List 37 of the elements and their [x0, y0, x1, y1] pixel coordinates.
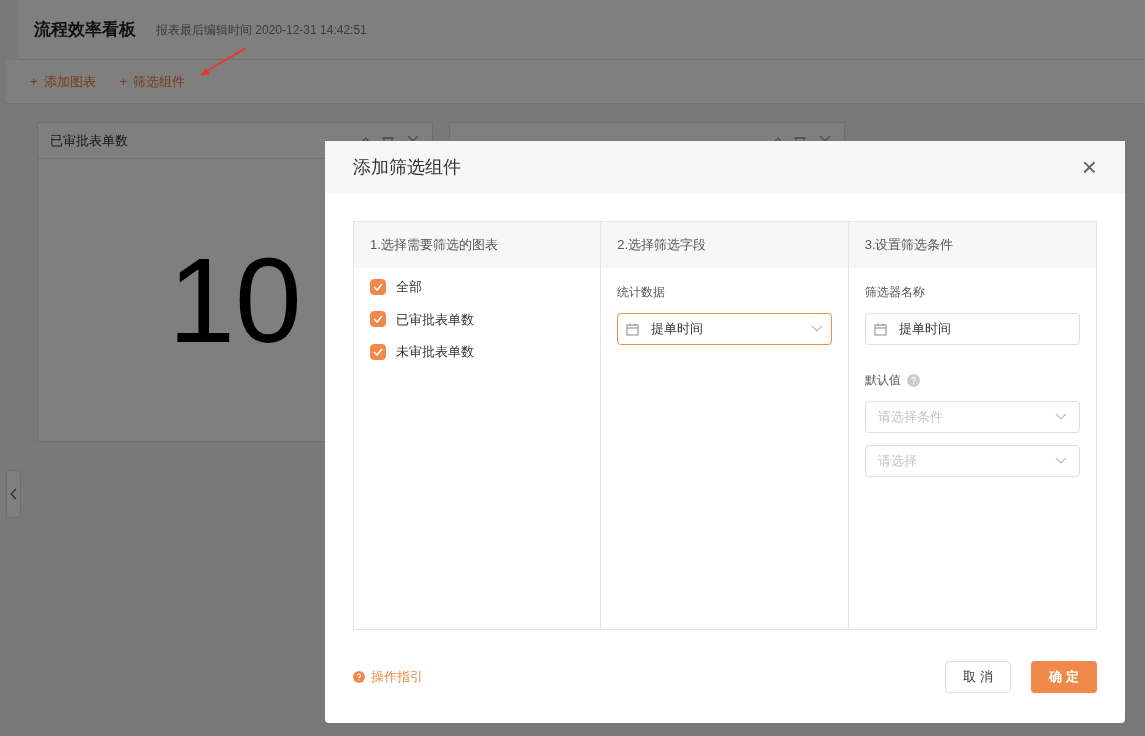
checkbox-label: 已审批表单数 [396, 310, 474, 329]
page-title: 流程效率看板 [34, 18, 136, 41]
calendar-icon [626, 322, 640, 336]
field-label: 默认值 [864, 372, 901, 389]
checkbox[interactable] [370, 278, 386, 295]
collapse-icon[interactable] [10, 488, 17, 500]
toolbar-button[interactable]: + 筛选组件 [119, 71, 186, 92]
dialog-title: 添加筛选组件 [353, 155, 461, 179]
field-label: 筛选器名称 [864, 284, 926, 301]
chevron-down-icon [810, 325, 823, 333]
chevron-down-icon [1055, 457, 1067, 465]
column-header: 2.选择筛选字段 [601, 222, 848, 268]
check-icon [373, 315, 383, 324]
checkbox-label: 未审批表单数 [396, 343, 474, 361]
name-input-field[interactable]: 提单时间 [864, 313, 1080, 345]
checkbox-label: 全部 [396, 278, 422, 296]
help-icon [353, 670, 365, 683]
column-header: 3.设置筛选条件 [848, 222, 1096, 268]
guide-link[interactable]: 操作指引 [353, 666, 423, 687]
arrow-annotation [198, 46, 248, 78]
cancel-button[interactable]: 取 消 [945, 660, 1011, 693]
last-edited-text: 报表最后编辑时间 2020-12-31 14:42:51 [156, 21, 367, 39]
chevron-down-icon [1055, 413, 1067, 421]
column-header: 1.选择需要筛选的图表 [354, 222, 601, 268]
checkbox[interactable] [370, 343, 386, 360]
field-group-label: 统计数据 [617, 284, 667, 301]
field-select[interactable]: 提单时间 [617, 313, 832, 345]
check-icon [373, 282, 383, 291]
calendar-icon [873, 322, 887, 336]
confirm-button[interactable]: 确 定 [1031, 660, 1097, 693]
metric-value: 10 [168, 240, 302, 360]
toolbar-button[interactable]: + 添加图表 [30, 71, 96, 92]
check-icon [373, 347, 383, 356]
help-icon[interactable] [906, 373, 920, 387]
card-title: 已审批表单数 [50, 131, 128, 150]
checkbox[interactable] [370, 311, 386, 328]
close-button[interactable]: × [1081, 154, 1097, 180]
